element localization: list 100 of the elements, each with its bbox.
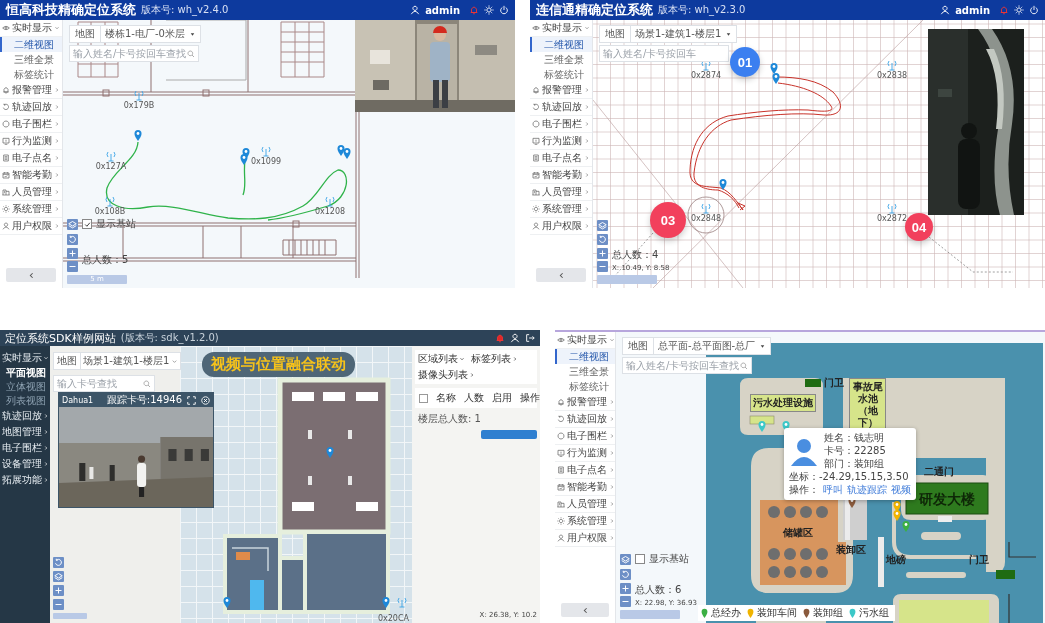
popup-link[interactable]: 轨迹跟踪: [847, 484, 887, 496]
step-badge: 04: [905, 213, 933, 241]
version-label: 版本号: wh_v2.4.0: [141, 3, 229, 17]
sidebar-item[interactable]: 实时显示: [0, 350, 50, 366]
panel-tab[interactable]: 标签列表: [471, 352, 518, 366]
sidebar-subitem[interactable]: 平面视图: [0, 366, 50, 380]
sidebar-item[interactable]: 轨迹回放: [530, 99, 592, 116]
sidebar-subitem[interactable]: 三维全景: [0, 52, 62, 67]
sidebar-item[interactable]: 轨迹回放: [0, 408, 50, 424]
anchor-label: 0x179B: [123, 101, 155, 110]
tracking-label: 跟踪卡号:14946: [105, 393, 182, 407]
sidebar-item[interactable]: 地图管理: [0, 424, 50, 440]
popup-link[interactable]: 视频: [891, 484, 911, 496]
sidebar-item[interactable]: 电子围栏: [0, 440, 50, 456]
sidebar-item[interactable]: 智能考勤: [555, 479, 615, 496]
map-tab[interactable]: 地图: [70, 26, 101, 42]
checkbox-label: 显示基站: [649, 552, 689, 566]
sidebar-item[interactable]: 行为监测: [530, 133, 592, 150]
total-count: 总人数：6: [635, 583, 683, 597]
floor-total: 楼层总人数: 1: [417, 412, 482, 426]
facility-label: 污水处理设施: [750, 394, 816, 412]
sidebar-item[interactable]: 电子围栏: [530, 116, 592, 133]
feature-banner: 视频与位置融合联动: [202, 352, 355, 377]
search-field[interactable]: 输入姓名/卡号按回车查找: [69, 45, 199, 62]
sidebar-subitem[interactable]: 三维全景: [555, 364, 615, 379]
sidebar-item[interactable]: 系统管理: [555, 513, 615, 530]
floor-select[interactable]: 场景1-建筑1-楼层1: [631, 26, 737, 42]
floor-select[interactable]: 总平面-总平面图-总厂: [654, 338, 771, 354]
sidebar-subitem[interactable]: 二维视图: [555, 349, 615, 364]
anchor-label: 0x1208: [314, 207, 346, 216]
sidebar-item[interactable]: 系统管理: [0, 201, 62, 218]
sidebar-item[interactable]: 报警管理: [555, 394, 615, 411]
sidebar-item[interactable]: 报警管理: [530, 82, 592, 99]
map-tab[interactable]: 地图: [54, 353, 81, 369]
user-name[interactable]: admin: [955, 4, 990, 16]
area-label: 储罐区: [783, 527, 813, 539]
anchor-label: 0x2872: [876, 214, 908, 223]
sidebar-item[interactable]: 电子点名: [555, 462, 615, 479]
user-name[interactable]: admin: [425, 4, 460, 16]
sidebar-item[interactable]: 电子点名: [530, 150, 592, 167]
map-tab[interactable]: 地图: [600, 26, 631, 42]
total-count: 总人数：4: [612, 248, 660, 262]
floor-select[interactable]: 场景1-建筑1-楼层1: [81, 353, 181, 369]
sidebar-subitem[interactable]: 标签统计: [555, 379, 615, 394]
popup-field: 卡号：22285: [824, 445, 886, 457]
building-label: 研发大楼: [919, 491, 975, 507]
anchor-label: 0x108B: [94, 207, 126, 216]
sidebar-item[interactable]: 人员管理: [0, 184, 62, 201]
sidebar-item[interactable]: 轨迹回放: [0, 99, 62, 116]
sidebar-item[interactable]: 行为监测: [0, 133, 62, 150]
popup-link[interactable]: 呼叫: [823, 484, 843, 496]
search-field[interactable]: 输入姓名/卡号按回车查找: [622, 357, 752, 374]
sidebar-subitem[interactable]: 标签统计: [0, 67, 62, 82]
legend-label: 装卸组: [813, 606, 843, 620]
sidebar-item[interactable]: 行为监测: [555, 445, 615, 462]
sidebar-subitem[interactable]: 立体视图: [0, 380, 50, 394]
column-header: 人数: [464, 391, 484, 405]
sidebar-item[interactable]: 报警管理: [0, 82, 62, 99]
anchor-label: 0x2838: [876, 71, 908, 80]
sidebar-item[interactable]: 电子点名: [0, 150, 62, 167]
sidebar-item[interactable]: 拓展功能: [0, 472, 50, 488]
sidebar-item[interactable]: 智能考勤: [530, 167, 592, 184]
panel-tab[interactable]: 区域列表: [418, 352, 465, 366]
anchor-label: 0x20CA: [377, 614, 409, 623]
sidebar-item[interactable]: 用户权限: [530, 218, 592, 235]
column-header: 操作: [520, 391, 540, 405]
sidebar-item[interactable]: 系统管理: [530, 201, 592, 218]
sidebar-subitem[interactable]: 三维全景: [530, 52, 592, 67]
sidebar-item[interactable]: 设备管理: [0, 456, 50, 472]
sidebar-item[interactable]: 人员管理: [530, 184, 592, 201]
sidebar-subitem[interactable]: 标签统计: [530, 67, 592, 82]
floor-select[interactable]: 楼栋1-电厂-0米层: [101, 26, 200, 42]
panel-tab[interactable]: 摄像头列表: [418, 368, 475, 382]
popup-field: 部门：装卸组: [824, 458, 886, 470]
sidebar-item[interactable]: 电子围栏: [555, 428, 615, 445]
sidebar-item[interactable]: 智能考勤: [0, 167, 62, 184]
popup-label: 操作：: [789, 484, 819, 496]
search-field[interactable]: 输入卡号查找: [53, 375, 155, 392]
area-label: 二通门: [924, 466, 954, 478]
legend-label: 总经办: [711, 606, 741, 620]
column-header: 名称: [436, 391, 456, 405]
sidebar-item[interactable]: 人员管理: [555, 496, 615, 513]
column-header: 启用: [492, 391, 512, 405]
sidebar-subitem[interactable]: 二维视图: [0, 37, 62, 52]
search-field[interactable]: 输入姓名/卡号按回车: [599, 45, 729, 62]
map-tab[interactable]: 地图: [623, 338, 654, 354]
popup-field: 姓名：钱志明: [824, 432, 886, 444]
total-count: 总人数：5: [82, 253, 129, 267]
sidebar-item[interactable]: 轨迹回放: [555, 411, 615, 428]
step-badge: 03: [650, 202, 686, 238]
app-title: 恒高科技精确定位系统: [6, 1, 136, 19]
anchor-label: 0x2874: [690, 71, 722, 80]
sidebar-item[interactable]: 电子围栏: [0, 116, 62, 133]
sidebar-subitem[interactable]: 列表视图: [0, 394, 50, 408]
app-title: 连信通精确定位系统: [536, 1, 653, 19]
sidebar-item[interactable]: 用户权限: [0, 218, 62, 235]
sidebar-subitem[interactable]: 二维视图: [530, 37, 592, 52]
sidebar-item[interactable]: 用户权限: [555, 530, 615, 547]
legend-label: 装卸车间: [757, 606, 797, 620]
checkbox-label: 显示基站: [96, 217, 136, 231]
